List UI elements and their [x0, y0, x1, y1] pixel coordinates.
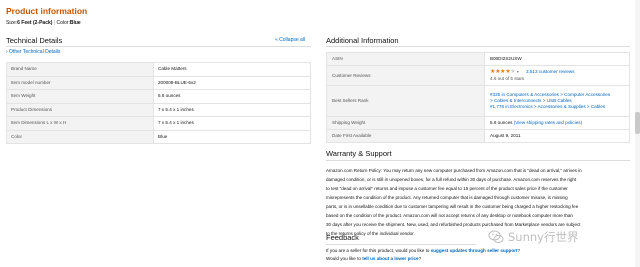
shipping-weight-value: 5.6 ounces (View shipping rates and poli… — [484, 116, 630, 130]
rating-text: 4.6 out of 5 stars — [490, 76, 525, 82]
feedback-title: Feedback — [326, 233, 359, 242]
best-sellers-rank-value: #325 in Computers & Accessories > Comput… — [484, 85, 630, 117]
wechat-icon — [488, 230, 504, 244]
product-variant-summary: Size:6 Feet (2-Pack) | Color:Blue — [6, 20, 81, 26]
shipping-rates-link[interactable]: (View shipping rates and policies) — [514, 120, 582, 125]
lower-price-link[interactable]: tell us about a lower price — [362, 256, 418, 261]
size-label: Size: — [6, 20, 18, 26]
policy-line: to test "dead on arrival" returns and im… — [326, 186, 568, 191]
spec-key: Item model number — [6, 75, 154, 90]
spec-key: Item Weight — [6, 89, 154, 104]
watermark-text: Sunny行世界 — [508, 230, 579, 244]
table-row: Item Weight 5.6 ounces — [6, 89, 311, 104]
other-technical-details-toggle[interactable]: › Other Technical Details — [6, 49, 60, 55]
color-label: Color: — [56, 20, 70, 26]
date-first-available-value: August 9, 2011 — [484, 129, 630, 143]
policy-line: 30 days after you receive the shipment. … — [326, 222, 581, 227]
reviews-cell: ★★★★★ ▾ 3,513 customer reviews 4.6 out o… — [484, 65, 630, 86]
star-rating-icon[interactable]: ★★★★★ — [490, 69, 516, 75]
spec-key: Color — [6, 129, 154, 144]
price-feedback-line: Would you like to tell us about a lower … — [326, 256, 421, 262]
policy-line: damaged condition, or is still in unopen… — [326, 177, 577, 182]
spec-value: 5.6 ounces — [153, 89, 311, 104]
spec-value: 7 x 5.4 x 1 inches — [153, 116, 311, 131]
return-policy-text: Amazon.com Return Policy: You may return… — [326, 166, 630, 238]
table-row: ASIN B00DI2S2USW — [326, 52, 630, 66]
spec-key: Product Dimensions — [6, 102, 154, 117]
size-value: 6 Feet (2-Pack) — [17, 20, 53, 26]
spec-key: Brand Name — [6, 62, 154, 77]
table-row: Customer Reviews ★★★★★ ▾ 3,513 customer … — [326, 65, 630, 86]
scrollbar-thumb[interactable] — [635, 112, 640, 134]
technical-details-title: Technical Details — [6, 36, 63, 45]
shipping-weight-key: Shipping Weight — [326, 116, 485, 130]
spec-key: Item Dimensions L x W x H — [6, 116, 154, 131]
policy-line: based on the condition of the product. A… — [326, 213, 573, 218]
customer-reviews-link[interactable]: 3,513 customer reviews — [526, 69, 575, 74]
rank-link[interactable]: #1,776 in Electronics > Accessories & Su… — [490, 104, 624, 110]
table-row: Product Dimensions 7 x 5.4 x 1 inches — [6, 102, 311, 117]
policy-line: to the returns policy of the individual … — [326, 231, 415, 236]
reviews-key: Customer Reviews — [326, 65, 485, 86]
additional-info-table: ASIN B00DI2S2USW Customer Reviews ★★★★★ … — [326, 52, 630, 143]
price-question: Would you like to — [326, 256, 363, 261]
product-info-title: Product information — [6, 6, 88, 16]
policy-line: parts, or is in unsellable condition due… — [326, 204, 579, 209]
spec-value: Blue — [153, 129, 311, 144]
question-mark: ? — [418, 256, 422, 261]
chevron-down-icon[interactable]: ▾ — [517, 69, 519, 74]
additional-divider — [326, 46, 630, 47]
best-sellers-rank-key: Best Sellers Rank — [326, 85, 485, 117]
collapse-all-link[interactable]: « Collapse all — [275, 37, 305, 43]
spec-value: 7 x 5.4 x 1 inches — [153, 102, 311, 117]
additional-info-title: Additional Information — [326, 36, 399, 45]
table-row: Item Dimensions L x W x H 7 x 5.4 x 1 in… — [6, 116, 311, 131]
date-first-available-key: Date First Available — [326, 129, 485, 143]
feedback-divider — [326, 244, 476, 245]
technical-details-table: Brand Name Cable Matters Item model numb… — [6, 62, 311, 144]
table-row: Date First Available August 9, 2011 — [326, 129, 630, 143]
shipping-weight: 5.6 ounces — [490, 120, 513, 126]
suggest-updates-link[interactable]: suggest updates through seller support — [431, 248, 518, 253]
table-row: Color Blue — [6, 129, 311, 144]
policy-line: Amazon.com Return Policy: You may return… — [326, 168, 582, 173]
warranty-title: Warranty & Support — [326, 149, 392, 158]
color-value: Blue — [69, 20, 81, 26]
spec-value: 200008-BLUE-6x2 — [153, 75, 311, 90]
policy-line: misrepresents the condition of the produ… — [326, 195, 568, 200]
technical-divider — [6, 46, 311, 47]
asin-value: B00DI2S2USW — [484, 52, 630, 66]
seller-feedback-line: If you are a seller for this product, wo… — [326, 248, 520, 254]
asin-key: ASIN — [326, 52, 485, 66]
warranty-divider — [326, 160, 630, 161]
table-row: Best Sellers Rank #325 in Computers & Ac… — [326, 85, 630, 117]
separator: | — [53, 20, 56, 26]
question-mark: ? — [517, 248, 521, 253]
spec-value: Cable Matters — [153, 62, 311, 77]
seller-question: If you are a seller for this product, wo… — [326, 248, 431, 253]
table-row: Shipping Weight 5.6 ounces (View shippin… — [326, 116, 630, 130]
table-row: Brand Name Cable Matters — [6, 62, 311, 77]
table-row: Item model number 200008-BLUE-6x2 — [6, 75, 311, 90]
